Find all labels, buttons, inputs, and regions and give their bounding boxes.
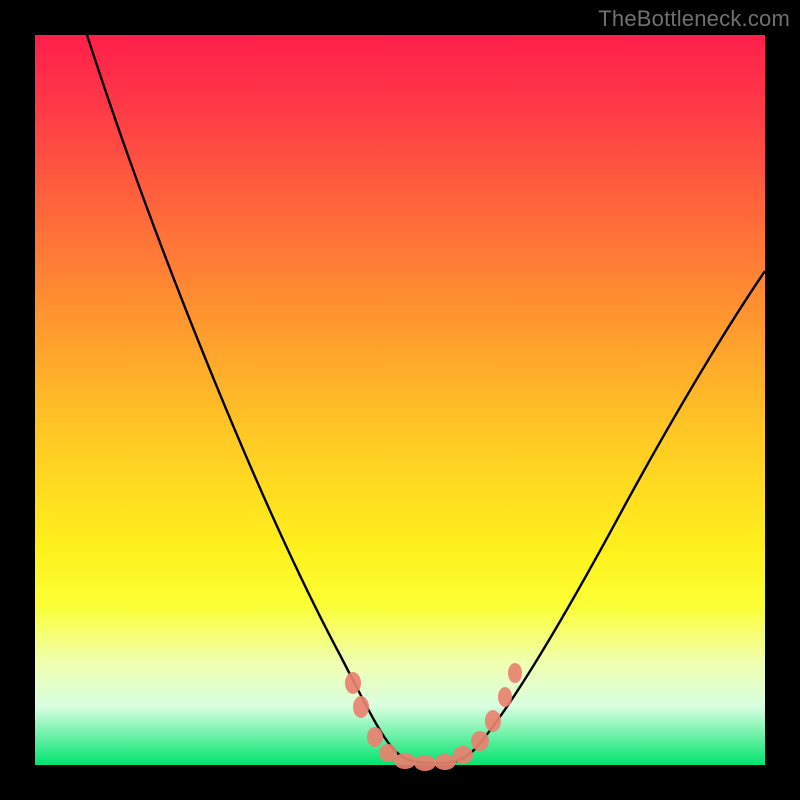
chart-frame: TheBottleneck.com (0, 0, 800, 800)
bottleneck-curve (87, 35, 765, 763)
plot-area (35, 35, 765, 765)
marker-dot (353, 696, 369, 718)
marker-dot (394, 753, 416, 769)
marker-dot (508, 663, 522, 683)
marker-dot (485, 710, 501, 732)
curve-svg (35, 35, 765, 765)
marker-dot (367, 727, 383, 747)
watermark-text: TheBottleneck.com (598, 6, 790, 32)
marker-dot (453, 746, 473, 764)
marker-dot (414, 755, 436, 771)
marker-dot (434, 754, 456, 770)
marker-dot (471, 731, 489, 751)
marker-dot (498, 687, 512, 707)
marker-dot (345, 672, 361, 694)
